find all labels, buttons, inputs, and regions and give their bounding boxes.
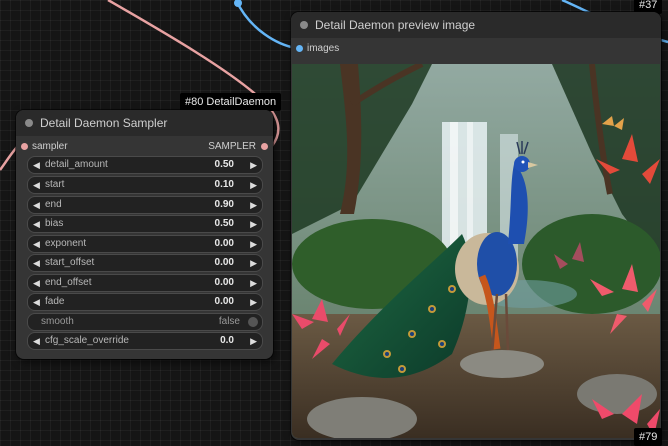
sampler-node-badge: #80 DetailDaemon (180, 93, 282, 111)
exponent-widget[interactable]: ◀ exponent 0.00 ▶ (27, 235, 263, 253)
node-title-bar[interactable]: Detail Daemon Sampler (16, 110, 273, 136)
detail-amount-widget[interactable]: ◀ detail_amount 0.50 ▶ (27, 156, 263, 174)
widget-label: start_offset (45, 257, 95, 268)
widget-value: 0.00 (214, 257, 234, 268)
widget-label: bias (45, 218, 64, 229)
increment-arrow-icon[interactable]: ▶ (250, 179, 257, 191)
collapse-dot-icon[interactable] (300, 21, 308, 29)
images-input-label: images (307, 43, 340, 54)
widget-value: 0.00 (214, 296, 234, 307)
toggle-knob-icon[interactable] (248, 317, 258, 327)
sampler-input-label: sampler (32, 141, 68, 152)
widget-value: 0.00 (214, 238, 234, 249)
input-dot-icon[interactable] (296, 45, 303, 52)
preview-node-badge: #79 (634, 428, 663, 446)
widget-value: 0.00 (214, 277, 234, 288)
image-wire (234, 0, 297, 50)
increment-arrow-icon[interactable]: ▶ (250, 159, 257, 171)
widget-value: 0.50 (214, 159, 234, 170)
widget-label: start (45, 179, 65, 190)
decrement-arrow-icon[interactable]: ◀ (33, 296, 40, 308)
peacock-waterfall-image (292, 64, 660, 438)
decrement-arrow-icon[interactable]: ◀ (33, 199, 40, 211)
decrement-arrow-icon[interactable]: ◀ (33, 218, 40, 230)
decrement-arrow-icon[interactable]: ◀ (33, 159, 40, 171)
sampler-output-slot[interactable]: SAMPLER (178, 140, 268, 154)
decrement-arrow-icon[interactable]: ◀ (33, 277, 40, 289)
widget-label: cfg_scale_override (45, 335, 129, 346)
cfg-scale-override-widget[interactable]: ◀ cfg_scale_override 0.0 ▶ (27, 332, 263, 350)
widget-label: detail_amount (45, 159, 108, 170)
toggle-value: false (218, 316, 240, 327)
increment-arrow-icon[interactable]: ▶ (250, 199, 257, 211)
increment-arrow-icon[interactable]: ▶ (250, 296, 257, 308)
decrement-arrow-icon[interactable]: ◀ (33, 335, 40, 347)
sampler-output-label: SAMPLER (208, 141, 256, 152)
widget-label: end (45, 199, 62, 210)
input-dot-icon[interactable] (21, 143, 28, 150)
toggle-label: smooth (41, 316, 74, 327)
detail-daemon-sampler-node[interactable]: Detail Daemon Sampler sampler SAMPLER ◀ … (16, 110, 273, 359)
node-title-bar[interactable]: Detail Daemon preview image (291, 12, 661, 38)
smooth-toggle[interactable]: smooth false (27, 313, 263, 331)
increment-arrow-icon[interactable]: ▶ (250, 277, 257, 289)
sampler-input-slot[interactable]: sampler (21, 140, 111, 154)
images-input-slot[interactable]: images (296, 42, 386, 56)
widget-label: fade (45, 296, 65, 307)
start-offset-widget[interactable]: ◀ start_offset 0.00 ▶ (27, 254, 263, 272)
node-title: Detail Daemon Sampler (40, 116, 168, 130)
widget-value: 0.0 (220, 335, 234, 346)
end-offset-widget[interactable]: ◀ end_offset 0.00 ▶ (27, 274, 263, 292)
increment-arrow-icon[interactable]: ▶ (250, 335, 257, 347)
end-widget[interactable]: ◀ end 0.90 ▶ (27, 196, 263, 214)
increment-arrow-icon[interactable]: ▶ (250, 238, 257, 250)
widget-value: 0.90 (214, 199, 234, 210)
decrement-arrow-icon[interactable]: ◀ (33, 238, 40, 250)
start-widget[interactable]: ◀ start 0.10 ▶ (27, 176, 263, 194)
increment-arrow-icon[interactable]: ▶ (250, 257, 257, 269)
widget-label: end_offset (45, 277, 92, 288)
node-title: Detail Daemon preview image (315, 18, 476, 32)
output-dot-icon[interactable] (261, 143, 268, 150)
decrement-arrow-icon[interactable]: ◀ (33, 179, 40, 191)
bias-widget[interactable]: ◀ bias 0.50 ▶ (27, 215, 263, 233)
widget-value: 0.50 (214, 218, 234, 229)
fade-widget[interactable]: ◀ fade 0.00 ▶ (27, 293, 263, 311)
collapse-dot-icon[interactable] (25, 119, 33, 127)
decrement-arrow-icon[interactable]: ◀ (33, 257, 40, 269)
widget-value: 0.10 (214, 179, 234, 190)
increment-arrow-icon[interactable]: ▶ (250, 218, 257, 230)
widget-label: exponent (45, 238, 87, 249)
